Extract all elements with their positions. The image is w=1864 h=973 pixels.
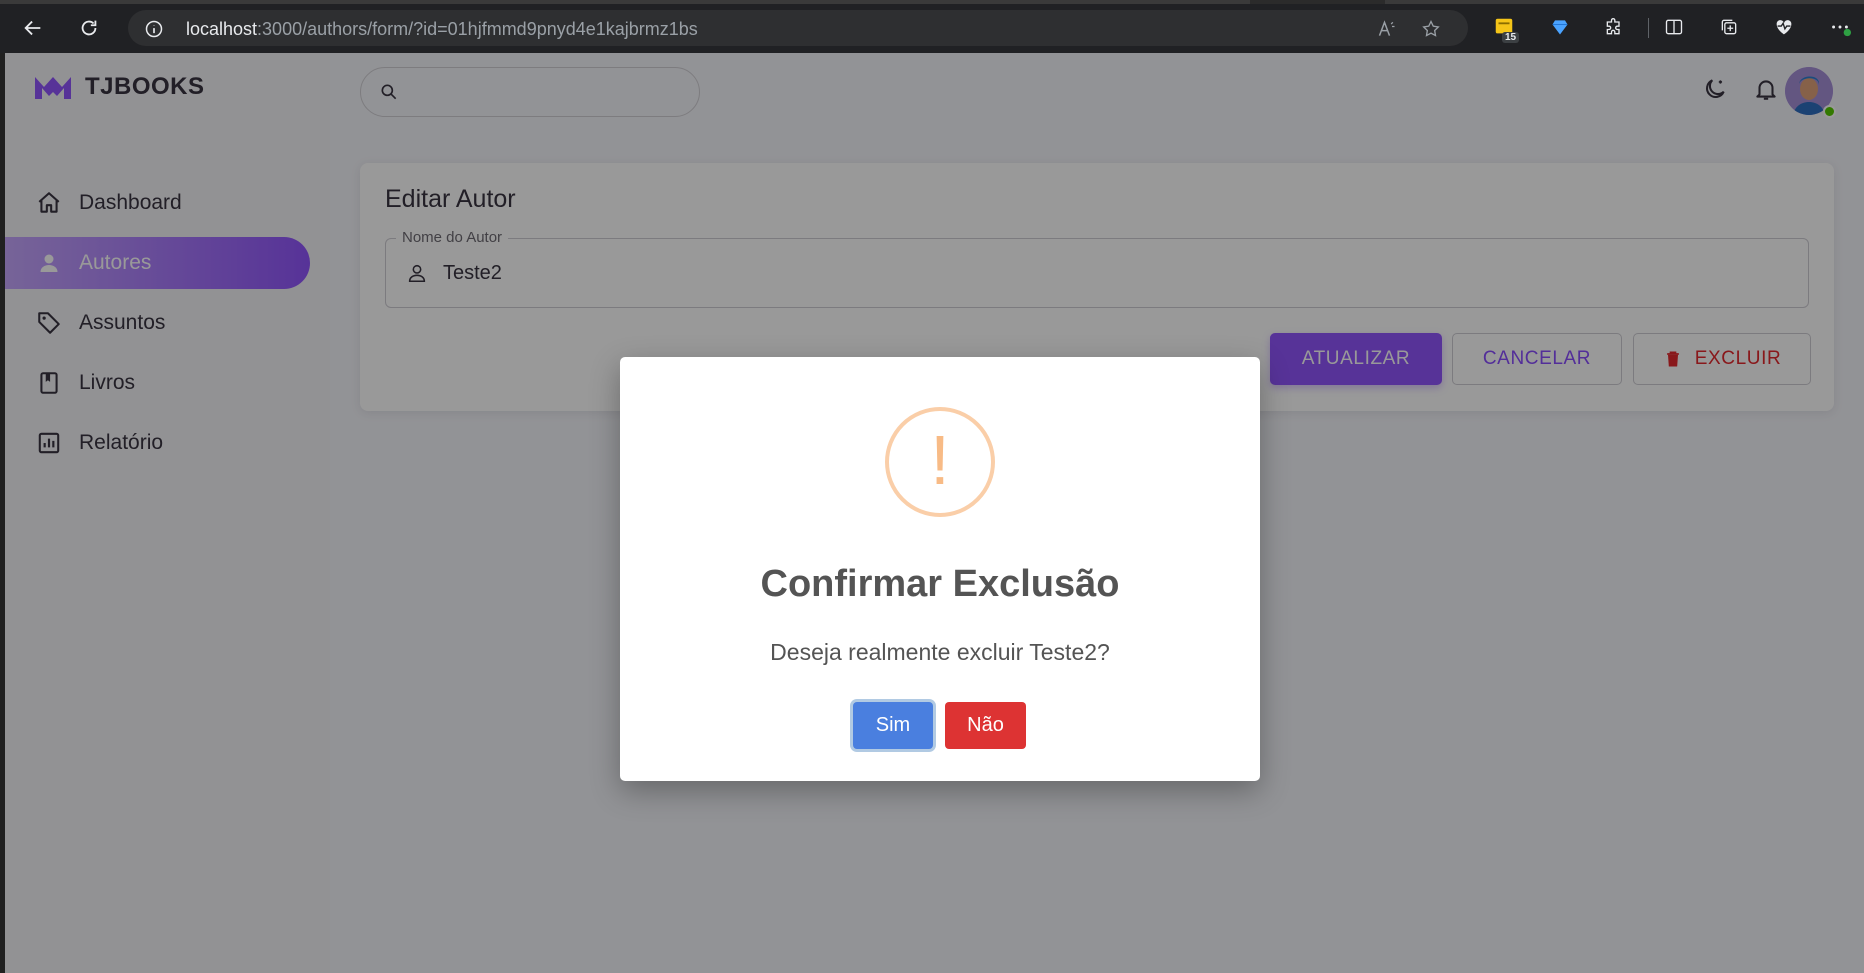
confirm-delete-dialog: ! Confirmar Exclusão Deseja realmente ex… — [620, 357, 1260, 781]
extensions-puzzle-icon[interactable] — [1600, 13, 1628, 41]
address-bar[interactable]: localhost:3000/authors/form/?id=01hjfmmd… — [128, 10, 1468, 46]
confirm-yes-button[interactable]: Sim — [853, 702, 933, 749]
extension-badge: 15 — [1502, 32, 1520, 43]
back-icon[interactable] — [18, 13, 48, 43]
site-info-icon[interactable] — [144, 19, 164, 44]
app-window: TJBOOKS Dashboard Autores Assuntos Livro… — [5, 53, 1864, 973]
url-text: localhost:3000/authors/form/?id=01hjfmmd… — [186, 19, 698, 39]
warning-icon: ! — [885, 407, 995, 517]
browser-toolbar: localhost:3000/authors/form/?id=01hjfmmd… — [0, 0, 1864, 53]
tab-strip — [0, 0, 1864, 4]
extension-gem-icon[interactable] — [1546, 13, 1574, 41]
split-screen-icon[interactable] — [1660, 13, 1688, 41]
browser-essentials-icon[interactable] — [1770, 13, 1798, 41]
confirm-no-button[interactable]: Não — [945, 702, 1026, 749]
more-menu-icon[interactable] — [1826, 13, 1854, 41]
toolbar-separator — [1648, 18, 1649, 38]
refresh-icon[interactable] — [74, 13, 104, 43]
collections-icon[interactable] — [1715, 13, 1743, 41]
dialog-title: Confirmar Exclusão — [760, 563, 1120, 605]
read-aloud-icon[interactable] — [1376, 18, 1398, 40]
dialog-message: Deseja realmente excluir Teste2? — [770, 639, 1110, 665]
favorite-star-icon[interactable] — [1420, 18, 1442, 40]
